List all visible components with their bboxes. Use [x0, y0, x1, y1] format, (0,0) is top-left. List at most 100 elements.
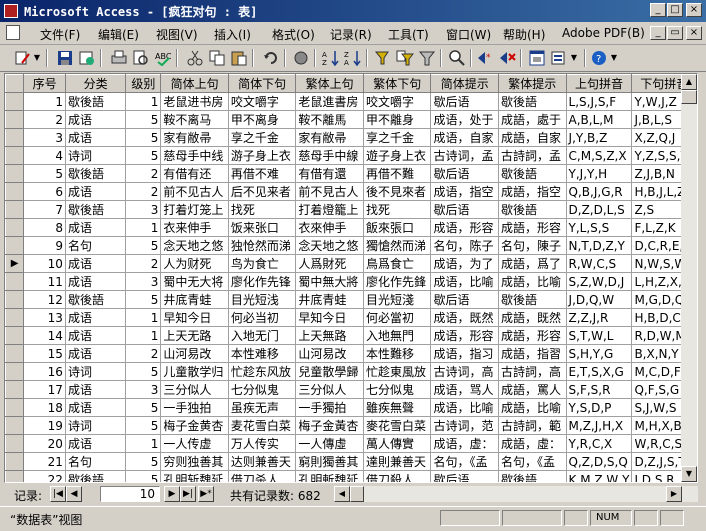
table-cell[interactable]: 衣来伸手	[160, 218, 229, 237]
table-cell[interactable]: 有借有还	[160, 164, 229, 183]
table-cell[interactable]: 成语，既然	[430, 308, 499, 327]
table-row[interactable]: 13 成语 1 早知今日 何必当初 早知今日 何必當初 成语，既然 成語，既然 Z,Z,J,R H,…	[5, 308, 697, 327]
table-cell[interactable]: 打着燈籠上	[295, 200, 364, 219]
table-cell[interactable]: 万人传实	[227, 434, 297, 453]
record-selector[interactable]	[5, 416, 25, 435]
table-cell[interactable]: 目光短浅	[227, 290, 297, 309]
copy-icon[interactable]	[208, 49, 226, 67]
print-icon[interactable]	[110, 49, 128, 67]
table-cell[interactable]: 成语	[64, 272, 127, 291]
table-cell[interactable]: 2	[125, 344, 162, 363]
table-cell[interactable]: 入地无门	[227, 326, 297, 345]
record-selector[interactable]	[5, 128, 25, 147]
table-cell[interactable]: 前不见古人	[160, 182, 229, 201]
table-cell[interactable]: S,T,W,L	[565, 326, 633, 345]
column-header[interactable]: 繁体提示	[498, 74, 567, 93]
table-cell[interactable]: 成語，指習	[498, 344, 567, 363]
table-cell[interactable]: 6	[23, 182, 66, 201]
table-cell[interactable]: 5	[23, 164, 66, 183]
table-cell[interactable]: 本性难移	[227, 344, 297, 363]
table-row[interactable]: 20 成语 1 一人传虚 万人传实 一人傳虛 萬人傳實 成语，虚： 成語，虛： Y,R,C,X W,…	[5, 434, 697, 453]
table-cell[interactable]: 14	[23, 326, 66, 345]
table-cell[interactable]: 名句	[64, 452, 127, 471]
table-cell[interactable]: 名句，陳子	[498, 236, 567, 255]
table-cell[interactable]: 衣來伸手	[295, 218, 364, 237]
table-cell[interactable]: 成语，形容	[430, 218, 499, 237]
help-icon[interactable]: ?	[590, 49, 608, 67]
scroll-up-icon[interactable]: ▲	[681, 74, 697, 90]
menu-format[interactable]: 格式(O)	[272, 26, 315, 43]
table-cell[interactable]: 1	[125, 434, 162, 453]
menu-edit[interactable]: 编辑(E)	[98, 26, 139, 43]
table-cell[interactable]: 歇后语	[430, 470, 499, 482]
table-cell[interactable]: 家有敝帚	[295, 128, 364, 147]
table-cell[interactable]: 11	[23, 272, 66, 291]
table-cell[interactable]: 古詩詞，高	[498, 362, 567, 381]
record-selector[interactable]	[5, 290, 25, 309]
table-cell[interactable]: 念天地之悠	[295, 236, 364, 255]
table-cell[interactable]: 孔明斩魏延	[160, 470, 229, 482]
menu-tools[interactable]: 工具(T)	[388, 26, 429, 43]
table-cell[interactable]: Z,Z,J,R	[565, 308, 633, 327]
table-cell[interactable]: 4	[23, 146, 66, 165]
table-row[interactable]: 4 诗词 5 慈母手中线 游子身上衣 慈母手中線 遊子身上衣 古诗词，孟 古詩詞，孟 C,M,S,…	[5, 146, 697, 165]
table-cell[interactable]: 何必当初	[227, 308, 297, 327]
table-cell[interactable]: 歇後語	[64, 92, 127, 111]
table-cell[interactable]: 目光短淺	[362, 290, 432, 309]
table-cell[interactable]: 5	[125, 236, 162, 255]
table-row[interactable]: 2 成语 5 鞍不离马 甲不离身 鞍不離馬 甲不離身 成语，处于 成語，處于 A,B,L,M J,B…	[5, 110, 697, 129]
mdi-restore-icon[interactable]: ▭	[667, 26, 683, 40]
table-cell[interactable]: 成语	[64, 128, 127, 147]
table-cell[interactable]: 一人傳虛	[295, 434, 364, 453]
table-row[interactable]: 9 名句 5 念天地之悠 独怆然而涕 念天地之悠 獨愴然而涕 名句，陈子 名句，陳子 N,T,D,…	[5, 236, 697, 255]
table-cell[interactable]: 一人传虚	[160, 434, 229, 453]
table-cell[interactable]: 2	[125, 182, 162, 201]
column-header[interactable]: 繁体上句	[295, 74, 364, 93]
table-cell[interactable]: 16	[23, 362, 66, 381]
table-cell[interactable]: 飯來張口	[362, 218, 432, 237]
table-cell[interactable]: 後不見來者	[362, 182, 432, 201]
record-selector[interactable]	[5, 236, 25, 255]
scroll-down-icon[interactable]: ▼	[681, 466, 697, 482]
table-cell[interactable]: 享之千金	[362, 128, 432, 147]
table-cell[interactable]: 七分似鬼	[362, 380, 432, 399]
column-header[interactable]: 简体提示	[430, 74, 499, 93]
table-cell[interactable]: 5	[125, 416, 162, 435]
scroll-thumb[interactable]	[681, 90, 697, 104]
apply-filter-icon[interactable]	[418, 49, 436, 67]
table-cell[interactable]: 儿童散学归	[160, 362, 229, 381]
record-selector[interactable]	[5, 218, 25, 237]
column-header[interactable]: 简体下句	[227, 74, 297, 93]
table-window-icon[interactable]	[6, 25, 20, 40]
table-cell[interactable]: N,T,D,Z,Y	[565, 236, 633, 255]
table-cell[interactable]: 古诗词，高	[430, 362, 499, 381]
table-cell[interactable]: 18	[23, 398, 66, 417]
menu-view[interactable]: 视图(V)	[156, 26, 198, 43]
table-cell[interactable]: 有借有還	[295, 164, 364, 183]
table-cell[interactable]: 借刀殺人	[362, 470, 432, 482]
horizontal-scrollbar[interactable]: ◀ ▶	[334, 486, 698, 502]
table-cell[interactable]: 游子身上衣	[227, 146, 297, 165]
column-header[interactable]: 简体上句	[160, 74, 229, 93]
filter-by-form-icon[interactable]	[396, 49, 415, 67]
table-cell[interactable]: Q,B,J,G,R	[565, 182, 633, 201]
table-cell[interactable]: 歇后语	[430, 200, 499, 219]
table-cell[interactable]: 成语，虚：	[430, 434, 499, 453]
table-cell[interactable]: L,S,J,S,F	[565, 92, 633, 111]
menu-window[interactable]: 窗口(W)	[446, 26, 491, 43]
table-cell[interactable]: 歇後語	[498, 200, 567, 219]
table-cell[interactable]: 廖化作先锋	[227, 272, 297, 291]
column-header[interactable]: 序号	[23, 74, 66, 93]
table-cell[interactable]: 成語，形容	[498, 326, 567, 345]
table-cell[interactable]: Y,L,S,S	[565, 218, 633, 237]
table-cell[interactable]: K,M,Z,W,Y	[565, 470, 633, 482]
table-cell[interactable]: 成语，自家	[430, 128, 499, 147]
table-cell[interactable]: 忙趁東風放	[362, 362, 432, 381]
table-cell[interactable]: 5	[125, 110, 162, 129]
table-cell[interactable]: 2	[23, 110, 66, 129]
scroll-right-icon[interactable]: ▶	[666, 486, 682, 502]
table-cell[interactable]: 穷则独善其	[160, 452, 229, 471]
table-cell[interactable]: 鳥爲食亡	[362, 254, 432, 273]
save-icon[interactable]	[56, 49, 74, 67]
minimize-icon[interactable]: _	[650, 3, 666, 17]
